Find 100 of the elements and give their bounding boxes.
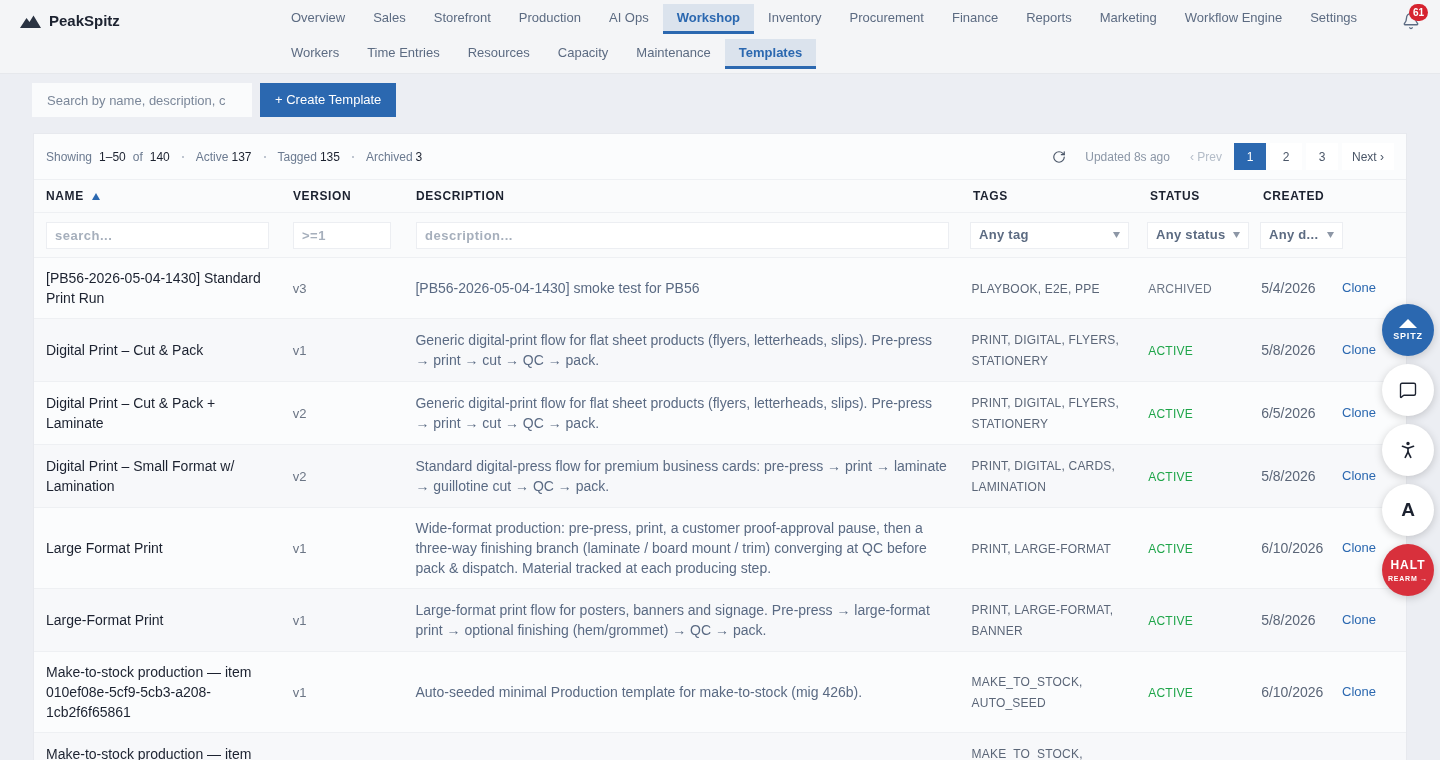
stat-value: 137: [231, 148, 252, 166]
status-label: ACTIVE: [1148, 469, 1193, 484]
tags-text: MAKE_TO_STOCK, AUTO_SEED: [971, 675, 1083, 710]
clone-link[interactable]: Clone: [1342, 682, 1376, 702]
nav-tab[interactable]: AI Ops: [594, 4, 663, 34]
nav-tab[interactable]: Storefront: [419, 4, 505, 34]
text-size-button[interactable]: A: [1382, 484, 1434, 536]
page-button[interactable]: 2: [1270, 143, 1302, 170]
nav-tab[interactable]: Time Entries: [353, 39, 454, 69]
tags-text: PRINT, DIGITAL, FLYERS, STATIONERY: [971, 396, 1120, 431]
updated-time: Updated 8s ago: [1085, 148, 1170, 166]
tags-text: PRINT, DIGITAL, FLYERS, STATIONERY: [971, 333, 1120, 368]
page-button[interactable]: 3: [1306, 143, 1338, 170]
summary-label: Showing: [46, 148, 93, 166]
filter-field[interactable]: search...: [46, 221, 269, 249]
status-label: ACTIVE: [1148, 541, 1193, 556]
nav-tab[interactable]: Workshop: [662, 4, 755, 34]
search-field[interactable]: Search by name, description, c: [32, 83, 252, 117]
accessibility-button[interactable]: [1382, 424, 1434, 476]
next-page-button[interactable]: Next ›: [1342, 143, 1394, 170]
tags-text: PRINT, DIGITAL, CARDS, LAMINATION: [971, 459, 1116, 494]
clone-link[interactable]: Clone: [1342, 403, 1376, 423]
page-button[interactable]: 1: [1234, 143, 1266, 170]
stat-value: 135: [319, 148, 340, 166]
spitz-button[interactable]: SPITZ: [1382, 304, 1434, 356]
version-text: v2: [292, 468, 307, 484]
nav-tab[interactable]: Inventory: [754, 4, 836, 34]
mountain-logo-icon: [20, 14, 41, 28]
nav-tab[interactable]: Capacity: [543, 39, 623, 69]
notification-count-badge: 61: [1409, 4, 1428, 21]
nav-tab[interactable]: Resources: [453, 39, 544, 69]
stat-label: Archived: [365, 148, 413, 166]
filter-dropdown[interactable]: Any tag: [970, 221, 1129, 249]
clone-link[interactable]: Clone: [1342, 538, 1376, 558]
description-text: Generic digital-print flow for flat sheet products (flyers, letterheads, slips). Pre-press → print → cut → QC → pack.: [415, 395, 933, 431]
column-header[interactable]: VERSION: [293, 187, 352, 205]
create-template-button[interactable]: + Create Template: [260, 83, 397, 117]
clone-link[interactable]: Clone: [1342, 466, 1376, 486]
nav-tab[interactable]: Procurement: [835, 4, 938, 34]
nav-tab[interactable]: Reports: [1012, 4, 1086, 34]
template-name: [PB56-2026-05-04-1430] Standard Print Run: [46, 270, 261, 306]
column-header[interactable]: CREATED: [1263, 187, 1325, 205]
tags-text: MAKE_TO_STOCK,: [971, 747, 1083, 760]
nav-tab[interactable]: Workers: [277, 39, 354, 69]
filter-dropdown[interactable]: Any d...: [1260, 221, 1343, 249]
caret-down-icon: [1113, 232, 1120, 238]
version-text: v2: [292, 405, 307, 421]
description-text: Generic digital-print flow for flat sheet products (flyers, letterheads, slips). Pre-press → print → cut → QC → pack.: [415, 332, 933, 368]
tags-text: PLAYBOOK, E2E, PPE: [971, 281, 1100, 296]
description-text: Auto-seeded minimal Production template for make-to-stock (mig 426b).: [415, 684, 863, 700]
chat-icon: [1399, 381, 1417, 399]
nav-tab[interactable]: Workflow Engine: [1170, 4, 1297, 34]
summary-label: of: [132, 148, 143, 166]
stat-label: Active: [195, 148, 229, 166]
tags-text: PRINT, LARGE-FORMAT, BANNER: [971, 603, 1114, 638]
filter-field[interactable]: >=1: [293, 221, 391, 249]
refresh-icon[interactable]: [1052, 149, 1067, 164]
clone-link[interactable]: Clone: [1342, 340, 1376, 360]
summary-value: 1–50: [99, 148, 126, 166]
nav-tab[interactable]: Marketing: [1085, 4, 1171, 34]
stat-value: 3: [415, 148, 423, 166]
nav-tab[interactable]: Overview: [277, 4, 360, 34]
clone-link[interactable]: Clone: [1342, 610, 1376, 630]
status-label: ACTIVE: [1148, 343, 1193, 358]
version-text: v1: [292, 342, 307, 358]
status-label: ACTIVE: [1148, 685, 1193, 700]
nav-tab[interactable]: Finance: [937, 4, 1013, 34]
description-text: Large-format print flow for posters, banners and signage. Pre-press → large-format print → optional finishing (hem/grommet) → QC → pack.: [415, 602, 930, 638]
version-text: v1: [292, 612, 307, 628]
description-text: Wide-format production: pre-press, print, a customer proof-approval pause, then a three-way finishing branch (laminate / board mount / trim) converging at QC before pack & dispatch. Material tracked at each producing step.: [415, 520, 927, 576]
filter-field[interactable]: description...: [416, 221, 949, 249]
status-label: ACTIVE: [1148, 406, 1193, 421]
description-text: Standard digital-press flow for premium business cards: pre-press → print → laminate → guillotine cut → QC → pack.: [415, 458, 947, 494]
nav-tab[interactable]: Templates: [724, 39, 817, 69]
nav-tab[interactable]: Settings: [1296, 4, 1372, 34]
filter-dropdown[interactable]: Any status: [1147, 221, 1249, 249]
column-header[interactable]: STATUS: [1150, 187, 1200, 205]
description-text: [PB56-2026-05-04-1430] smoke test for PB56: [415, 280, 700, 296]
caret-down-icon: [1233, 232, 1240, 238]
created-date: 6/10/2026: [1261, 540, 1324, 556]
template-name: Digital Print – Small Format w/ Lamination: [46, 458, 235, 494]
created-date: 5/8/2026: [1261, 342, 1316, 358]
nav-tab[interactable]: Production: [504, 4, 595, 34]
template-name: Make-to-stock production — item 010ef08e-5cf9-5cb3-a208-1cb2f6f65861: [46, 664, 252, 720]
nav-tab[interactable]: Sales: [359, 4, 420, 34]
version-text: v1: [292, 684, 307, 700]
created-date: 6/10/2026: [1261, 684, 1324, 700]
mountain-icon: [1399, 319, 1417, 328]
clone-link[interactable]: Clone: [1342, 278, 1376, 298]
column-header[interactable]: TAGS: [973, 187, 1008, 205]
created-date: 5/8/2026: [1261, 612, 1316, 628]
template-name: Digital Print – Cut & Pack: [46, 342, 204, 358]
tags-text: PRINT, LARGE-FORMAT: [971, 541, 1112, 556]
column-header[interactable]: NAME: [46, 187, 84, 205]
nav-tab[interactable]: Maintenance: [622, 39, 725, 69]
chat-button[interactable]: [1382, 364, 1434, 416]
column-header[interactable]: DESCRIPTION: [416, 187, 505, 205]
created-date: 5/8/2026: [1261, 468, 1316, 484]
brand-name: PeakSpitz: [49, 10, 120, 31]
version-text: v3: [292, 280, 307, 296]
